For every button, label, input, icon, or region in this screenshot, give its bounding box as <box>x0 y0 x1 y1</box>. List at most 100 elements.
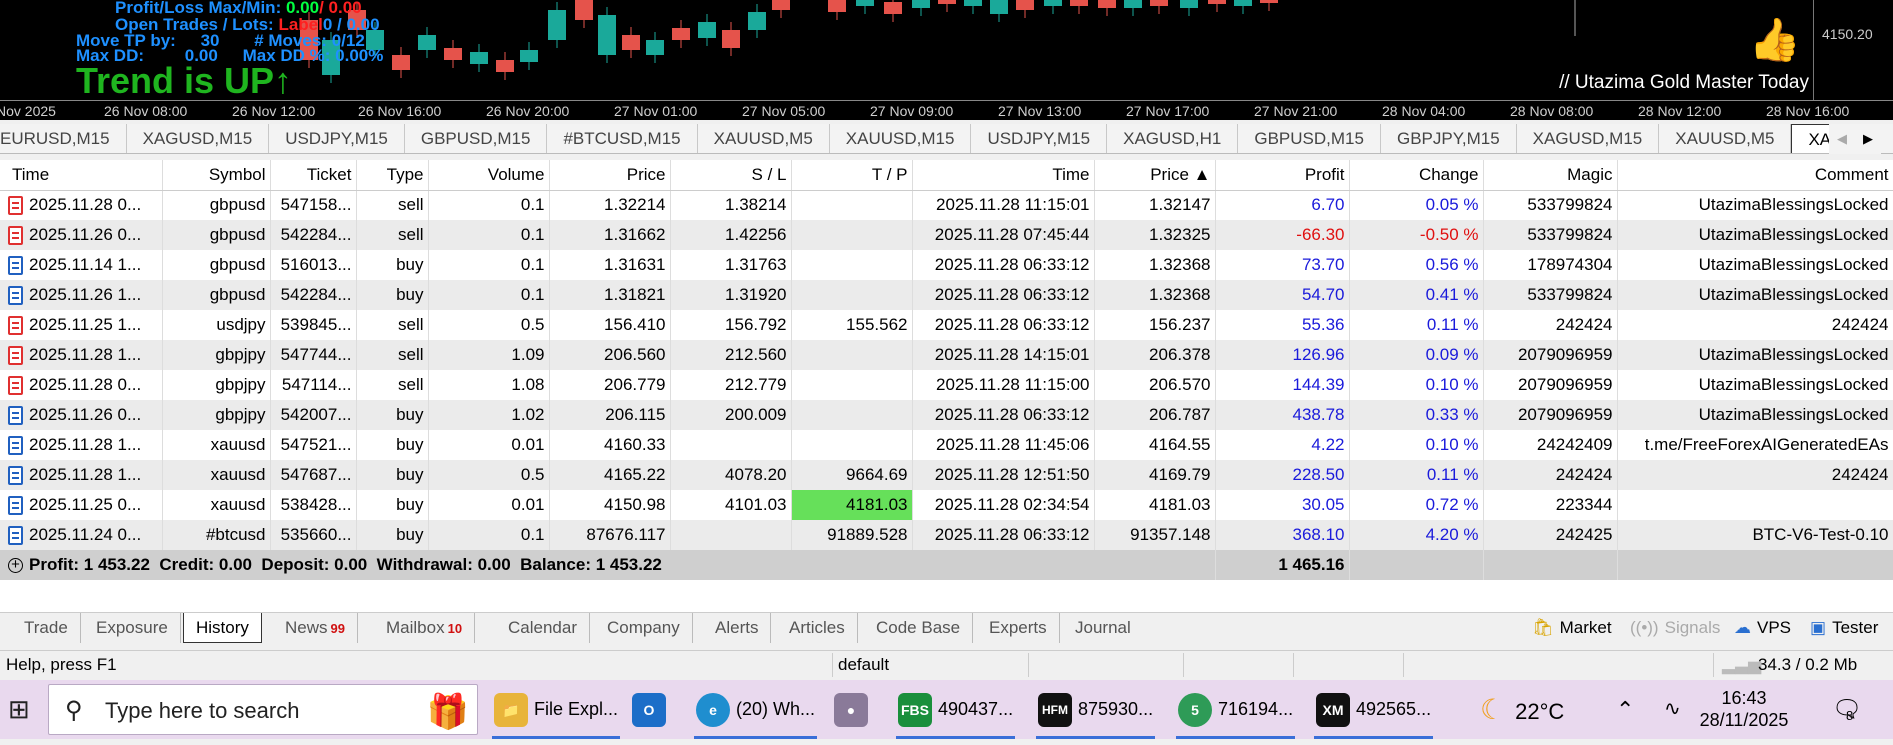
tab-calendar[interactable]: Calendar <box>496 613 590 643</box>
cell-magic: 2079096959 <box>1483 340 1618 370</box>
windows-taskbar: ⊞ ⚲ Type here to search 🎁 📁 File Expl... … <box>0 680 1893 739</box>
tab-experts[interactable]: Experts <box>977 613 1060 643</box>
taskbar-file-explorer[interactable]: 📁 File Expl... <box>488 680 624 739</box>
chart-tab[interactable]: #BTCUSD,M15 <box>547 124 698 153</box>
table-row[interactable]: 2025.11.28 1... gbpjpy 547744... sell 1.09 20… <box>0 340 1893 370</box>
cell-ticket: 547744... <box>270 340 357 370</box>
expand-plus-icon[interactable]: + <box>8 557 23 574</box>
tab-code-base[interactable]: Code Base <box>864 613 974 643</box>
summary-empty-cell <box>1617 550 1893 580</box>
cell-profit: -66.30 <box>1215 220 1350 250</box>
chart-tab[interactable]: XAGUSD,M15 <box>127 124 270 153</box>
hfm-icon: HFM <box>1038 693 1072 728</box>
status-profile[interactable]: default <box>838 655 889 675</box>
chart-tab[interactable]: GBPUSD,M15 <box>405 124 548 153</box>
signals-button[interactable]: ((•)) Signals <box>1630 613 1720 643</box>
tab-journal[interactable]: Journal <box>1063 613 1143 643</box>
cell-sl <box>670 430 792 460</box>
taskbar-outlook[interactable]: O <box>628 680 676 739</box>
tab-history[interactable]: History <box>183 613 262 643</box>
taskbar-app[interactable]: ● <box>830 680 878 739</box>
table-row[interactable]: 2025.11.26 0... gbpusd 542284... sell 0.1 1.3… <box>0 220 1893 250</box>
table-row[interactable]: 2025.11.25 0... xauusd 538428... buy 0.01 415… <box>0 490 1893 520</box>
wifi-icon[interactable]: ∿ <box>1664 680 1681 739</box>
tab-scroll-right-icon[interactable]: ▶ <box>1855 124 1881 154</box>
tab-news[interactable]: News 99 <box>273 613 358 643</box>
table-row[interactable]: 2025.11.26 0... gbpjpy 542007... buy 1.02 206… <box>0 400 1893 430</box>
column-header-symbol[interactable]: Symbol <box>162 160 271 191</box>
table-row[interactable]: 2025.11.28 0... gbpusd 547158... sell 0.1 1.3… <box>0 190 1893 220</box>
tab-exposure[interactable]: Exposure <box>84 613 181 643</box>
column-header-profit[interactable]: Profit <box>1215 160 1350 191</box>
chart-tab[interactable]: GBPUSD,M15 <box>1238 124 1381 153</box>
cell-time-text: 2025.11.28 0... <box>29 195 142 215</box>
tab-company[interactable]: Company <box>595 613 693 643</box>
tester-button[interactable]: ▣ Tester <box>1810 613 1878 643</box>
cell-change: 4.20 % <box>1349 520 1484 550</box>
chart-tab[interactable]: USDJPY,M15 <box>971 124 1108 153</box>
chart-tab[interactable]: XAUUSD,M5 <box>1659 124 1792 153</box>
column-header-close-time[interactable]: Time <box>912 160 1095 191</box>
table-row[interactable]: 2025.11.28 1... xauusd 547521... buy 0.01 416… <box>0 430 1893 460</box>
column-header-change[interactable]: Change <box>1349 160 1484 191</box>
price-chart[interactable]: Profit/Loss Max/Min: 0.00/ 0.00 Open Tra… <box>0 0 1893 120</box>
chart-tab[interactable]: XAGUSD,H1 <box>1107 124 1239 153</box>
chart-tab[interactable]: XAGUSD,M15 <box>1517 124 1660 153</box>
cell-sl: 200.009 <box>670 400 792 430</box>
taskbar-xm-terminal[interactable]: XM 492565... <box>1310 680 1437 739</box>
column-header-ticket[interactable]: Ticket <box>270 160 357 191</box>
taskbar-search-box[interactable]: ⚲ Type here to search 🎁 <box>48 684 478 735</box>
weather-widget[interactable]: ☾ 22°C <box>1480 680 1564 739</box>
chevron-up-icon[interactable]: ⌃ <box>1616 680 1634 739</box>
cell-ticket: 547687... <box>270 460 357 490</box>
taskbar-fbs-terminal[interactable]: FBS 490437... <box>892 680 1019 739</box>
column-header-price[interactable]: Price <box>549 160 671 191</box>
table-row[interactable]: 2025.11.14 1... gbpusd 516013... buy 0.1 1.31… <box>0 250 1893 280</box>
column-header-magic[interactable]: Magic <box>1483 160 1618 191</box>
cell-symbol: #btcusd <box>162 520 271 550</box>
cell-type: buy <box>356 430 429 460</box>
tab-trade[interactable]: Trade <box>12 613 81 643</box>
taskbar-edge[interactable]: e (20) Wh... <box>690 680 821 739</box>
sell-deal-icon <box>8 226 23 245</box>
cell-price: 87676.117 <box>549 520 671 550</box>
column-header-tp[interactable]: T / P <box>791 160 913 191</box>
cell-close-time: 2025.11.28 11:15:01 <box>912 190 1095 220</box>
chart-tab[interactable]: USDJPY,M15 <box>269 124 405 153</box>
tab-scroll-left-icon[interactable]: ◀ <box>1829 124 1855 154</box>
taskbar-hfm-terminal[interactable]: HFM 875930... <box>1032 680 1159 739</box>
price-axis[interactable] <box>1813 0 1893 100</box>
table-row[interactable]: 2025.11.28 1... xauusd 547687... buy 0.5 4165… <box>0 460 1893 490</box>
table-row[interactable]: 2025.11.26 1... gbpusd 542284... buy 0.1 1.31… <box>0 280 1893 310</box>
tab-mailbox[interactable]: Mailbox 10 <box>374 613 476 643</box>
cell-symbol: gbpjpy <box>162 370 271 400</box>
column-header-time[interactable]: Time <box>0 160 163 191</box>
chart-tab[interactable]: GBPJPY,M15 <box>1381 124 1517 153</box>
chart-tab[interactable]: EURUSD,M15 <box>0 124 127 153</box>
windows-start-icon[interactable]: ⊞ <box>8 680 42 739</box>
chart-tab[interactable]: XAUUSD,M15 <box>830 124 972 153</box>
column-header-close-price[interactable]: Price ▲ <box>1094 160 1216 191</box>
candle-body <box>470 52 488 64</box>
table-row[interactable]: 2025.11.28 0... gbpjpy 547114... sell 1.08 20… <box>0 370 1893 400</box>
connection-bars-icon: ▂▃▅ <box>1722 655 1762 674</box>
notifications-icon[interactable]: 🗨 8 <box>1832 680 1862 739</box>
column-header-volume[interactable]: Volume <box>428 160 550 191</box>
market-button[interactable]: 🛍 Market <box>1532 613 1612 643</box>
table-row[interactable]: 2025.11.24 0... #btcusd 535660... buy 0.1 876… <box>0 520 1893 550</box>
column-header-comment[interactable]: Comment <box>1617 160 1893 191</box>
vps-button[interactable]: ☁ VPS <box>1734 613 1791 643</box>
taskbar-mt5-terminal[interactable]: 5 716194... <box>1172 680 1299 739</box>
cell-time-text: 2025.11.26 1... <box>29 284 142 304</box>
sell-deal-icon <box>8 346 23 365</box>
chart-tab[interactable]: XAUUSD,M5 <box>698 124 830 153</box>
cell-type: buy <box>356 280 429 310</box>
tab-alerts[interactable]: Alerts <box>703 613 772 643</box>
time-axis[interactable]: Nov 2025 26 Nov 08:00 26 Nov 12:00 26 No… <box>0 100 1893 120</box>
taskbar-clock[interactable]: 16:43 28/11/2025 <box>1690 680 1798 739</box>
column-header-type[interactable]: Type <box>356 160 429 191</box>
tab-articles[interactable]: Articles <box>777 613 858 643</box>
column-header-sl[interactable]: S / L <box>670 160 792 191</box>
summary-row[interactable]: + Profit: 1 453.22 Credit: 0.00 Deposit: … <box>0 550 1893 580</box>
table-row[interactable]: 2025.11.25 1... usdjpy 539845... sell 0.5 156… <box>0 310 1893 340</box>
